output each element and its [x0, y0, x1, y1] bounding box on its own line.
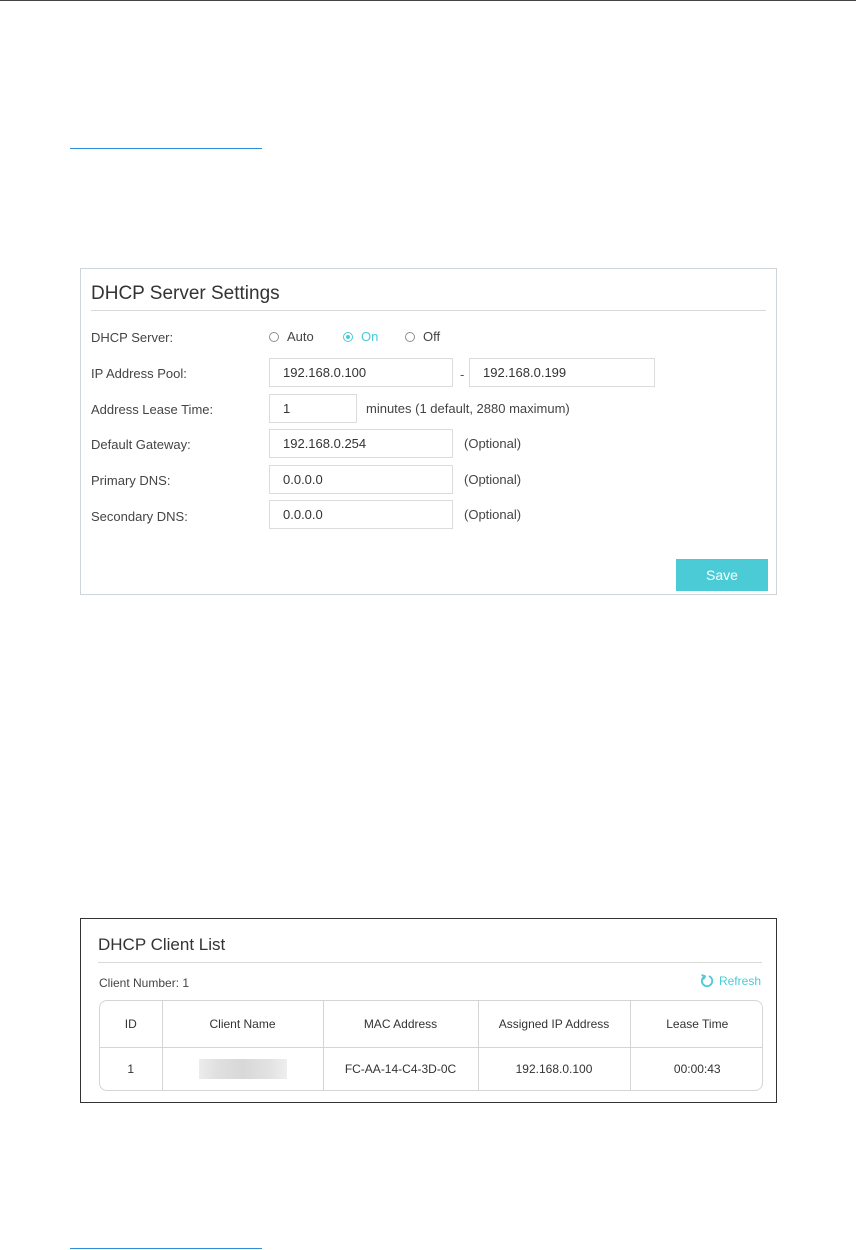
- gateway-optional-note: (Optional): [464, 436, 522, 451]
- column-header-lease-time: Lease Time: [630, 1001, 762, 1048]
- link-underline-bottom[interactable]: [70, 1248, 262, 1249]
- secondary-dns-optional-note: (Optional): [464, 507, 522, 522]
- ip-pool-end-input[interactable]: 192.168.0.199: [469, 358, 655, 387]
- lease-time-input[interactable]: 1: [269, 394, 357, 423]
- dhcp-server-settings-panel: DHCP Server Settings DHCP Server: Auto O…: [80, 268, 777, 595]
- primary-dns-optional-note: (Optional): [464, 472, 522, 487]
- radio-circle: [405, 331, 415, 342]
- table-header-row: ID Client Name MAC Address Assigned IP A…: [100, 1001, 762, 1048]
- ip-pool-start-input[interactable]: 192.168.0.100: [269, 358, 453, 387]
- refresh-button[interactable]: Refresh: [700, 974, 761, 988]
- secondary-dns-label: Secondary DNS:: [91, 509, 188, 524]
- top-rule: [0, 0, 856, 1]
- refresh-icon: [700, 974, 714, 987]
- cell-lease-time: 00:00:43: [673, 1061, 721, 1076]
- column-header-client-name: Client Name: [162, 1001, 324, 1048]
- cell-id: 1: [100, 1047, 163, 1090]
- column-header-mac-address: MAC Address: [323, 1001, 479, 1048]
- radio-circle-selected: [343, 331, 353, 342]
- panel-divider: [91, 310, 766, 311]
- dhcp-server-label: DHCP Server:: [91, 330, 174, 345]
- cell-mac-address: FC-AA-14-C4-3D-0C: [323, 1047, 479, 1090]
- radio-label: Off: [423, 329, 441, 344]
- lease-time-label: Address Lease Time:: [91, 402, 214, 417]
- save-button[interactable]: Save: [676, 559, 768, 591]
- panel-title: DHCP Server Settings: [91, 283, 280, 304]
- radio-label: On: [361, 329, 379, 344]
- ip-pool-separator: -: [460, 367, 465, 382]
- radio-off[interactable]: Off: [405, 329, 440, 344]
- gateway-label: Default Gateway:: [91, 437, 191, 452]
- cell-client-name: [162, 1047, 324, 1090]
- link-underline[interactable]: [70, 148, 262, 149]
- lease-time-note: minutes (1 default, 2880 maximum): [366, 401, 570, 416]
- panel-divider: [98, 962, 762, 963]
- gateway-input[interactable]: 192.168.0.254: [269, 429, 453, 458]
- primary-dns-label: Primary DNS:: [91, 473, 171, 488]
- dhcp-client-list-panel: DHCP Client List Client Number: 1 Refres…: [80, 918, 777, 1103]
- radio-circle: [269, 331, 279, 342]
- refresh-label: Refresh: [718, 974, 761, 988]
- primary-dns-input[interactable]: 0.0.0.0: [269, 465, 453, 494]
- radio-label: Auto: [287, 329, 314, 344]
- panel-title: DHCP Client List: [98, 935, 226, 954]
- blurred-client-name: [198, 1058, 287, 1079]
- column-header-assigned-ip: Assigned IP Address: [478, 1001, 631, 1048]
- secondary-dns-input[interactable]: 0.0.0.0: [269, 500, 453, 529]
- radio-auto[interactable]: Auto: [269, 329, 314, 344]
- client-table: ID Client Name MAC Address Assigned IP A…: [99, 1000, 763, 1091]
- cell-assigned-ip: 192.168.0.100: [478, 1047, 631, 1090]
- client-number: Client Number: 1: [99, 976, 190, 990]
- column-header-id: ID: [100, 1001, 163, 1048]
- radio-on[interactable]: On: [343, 329, 378, 344]
- table-row: 1 FC-AA-14-C4-3D-0C 192.168.0.100 00:00:…: [100, 1047, 762, 1090]
- ip-pool-label: IP Address Pool:: [91, 366, 187, 381]
